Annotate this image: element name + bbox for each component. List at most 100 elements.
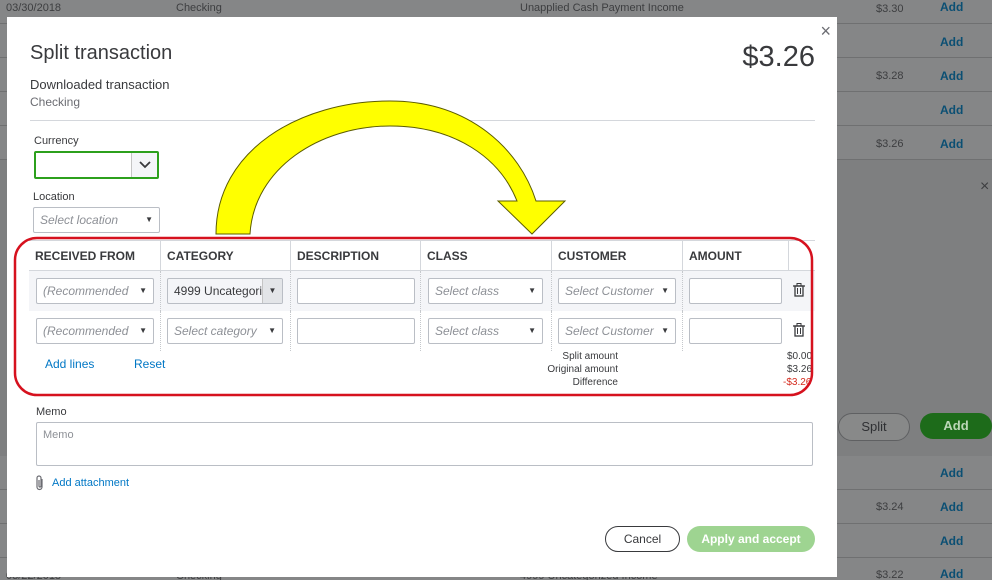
row-add-link[interactable]: Add bbox=[940, 137, 963, 151]
class-placeholder: Select class bbox=[435, 284, 500, 298]
caret-down-icon: ▼ bbox=[145, 215, 153, 224]
caret-down-icon[interactable]: ▼ bbox=[262, 279, 282, 303]
difference-value: -$3.26 bbox=[783, 377, 812, 388]
difference-label: Difference bbox=[572, 377, 618, 388]
row-add-link[interactable]: Add bbox=[940, 103, 963, 117]
row-add-link[interactable]: Add bbox=[940, 0, 963, 14]
row-add-link[interactable]: Add bbox=[940, 35, 963, 49]
received-from-select[interactable]: (Recommended ▼ bbox=[36, 278, 154, 304]
chevron-down-icon[interactable] bbox=[131, 153, 157, 177]
column-divider bbox=[160, 240, 161, 270]
class-select[interactable]: Select class ▼ bbox=[428, 318, 543, 344]
customer-select[interactable]: Select Customer ▼ bbox=[558, 278, 676, 304]
category-placeholder: Select category bbox=[174, 324, 257, 338]
reset-link[interactable]: Reset bbox=[134, 357, 165, 371]
caret-down-icon: ▼ bbox=[661, 326, 669, 335]
row-divider bbox=[160, 311, 161, 351]
apply-and-accept-button[interactable]: Apply and accept bbox=[687, 526, 815, 552]
column-divider bbox=[788, 240, 789, 270]
col-category: CATEGORY bbox=[167, 249, 234, 263]
customer-placeholder: Select Customer bbox=[565, 324, 654, 338]
col-description: DESCRIPTION bbox=[297, 249, 380, 263]
original-amount-value: $3.26 bbox=[787, 364, 813, 375]
original-amount-label: Original amount bbox=[547, 364, 618, 375]
row-divider bbox=[290, 311, 291, 351]
row-add-link[interactable]: Add bbox=[940, 466, 963, 480]
row-add-link[interactable]: Add bbox=[940, 534, 963, 548]
customer-placeholder: Select Customer bbox=[565, 284, 654, 298]
row-divider bbox=[160, 271, 161, 311]
divider bbox=[30, 120, 815, 121]
row-amount: $3.26 bbox=[876, 138, 904, 150]
background-close-icon[interactable]: × bbox=[980, 178, 989, 196]
caret-down-icon: ▼ bbox=[139, 326, 147, 335]
split-amount-label: Split amount bbox=[562, 351, 618, 362]
row-divider bbox=[551, 311, 552, 351]
row-category: Unapplied Cash Payment Income bbox=[520, 2, 684, 14]
split-amount-value: $0.00 bbox=[787, 351, 813, 362]
received-from-select[interactable]: (Recommended ▼ bbox=[36, 318, 154, 344]
location-label: Location bbox=[33, 191, 75, 203]
transaction-amount: $3.26 bbox=[742, 41, 815, 73]
split-button[interactable]: Split bbox=[838, 413, 910, 441]
col-amount: AMOUNT bbox=[689, 249, 742, 263]
currency-select[interactable] bbox=[34, 151, 159, 179]
class-select[interactable]: Select class ▼ bbox=[428, 278, 543, 304]
col-received-from: RECEIVED FROM bbox=[35, 249, 136, 263]
row-amount: $3.24 bbox=[876, 501, 904, 513]
row-amount: $3.30 bbox=[876, 3, 904, 15]
trash-icon[interactable] bbox=[793, 323, 805, 340]
category-select[interactable]: Select category ▼ bbox=[167, 318, 283, 344]
row-divider bbox=[551, 271, 552, 311]
row-add-link[interactable]: Add bbox=[940, 500, 963, 514]
caret-down-icon: ▼ bbox=[528, 286, 536, 295]
dialog-title: Split transaction bbox=[30, 42, 173, 64]
class-placeholder: Select class bbox=[435, 324, 500, 338]
memo-label: Memo bbox=[36, 406, 67, 418]
row-divider bbox=[290, 271, 291, 311]
column-divider bbox=[551, 240, 552, 270]
add-lines-link[interactable]: Add lines bbox=[45, 357, 94, 371]
received-from-placeholder: (Recommended bbox=[43, 284, 129, 298]
row-divider bbox=[420, 311, 421, 351]
column-divider bbox=[290, 240, 291, 270]
split-table-header: RECEIVED FROM CATEGORY DESCRIPTION CLASS… bbox=[29, 240, 815, 271]
description-input[interactable] bbox=[297, 318, 415, 344]
row-date: 03/30/2018 bbox=[6, 2, 62, 14]
row-add-link[interactable]: Add bbox=[940, 69, 963, 83]
row-divider bbox=[682, 271, 683, 311]
trash-icon[interactable] bbox=[793, 283, 805, 300]
row-divider bbox=[420, 271, 421, 311]
received-from-placeholder: (Recommended bbox=[43, 324, 129, 338]
location-select[interactable]: Select location ▼ bbox=[33, 207, 160, 233]
source-label: Downloaded transaction bbox=[30, 77, 170, 92]
source-account: Checking bbox=[30, 95, 81, 109]
caret-down-icon: ▼ bbox=[528, 326, 536, 335]
add-attachment-link[interactable]: Add attachment bbox=[52, 477, 129, 489]
col-class: CLASS bbox=[427, 249, 468, 263]
memo-placeholder: Memo bbox=[43, 429, 74, 441]
amount-input[interactable] bbox=[689, 278, 782, 304]
location-placeholder: Select location bbox=[40, 213, 119, 227]
paperclip-icon bbox=[35, 475, 45, 496]
column-divider bbox=[420, 240, 421, 270]
amount-input[interactable] bbox=[689, 318, 782, 344]
currency-label: Currency bbox=[34, 135, 79, 147]
description-input[interactable] bbox=[297, 278, 415, 304]
caret-down-icon: ▼ bbox=[139, 286, 147, 295]
col-customer: CUSTOMER bbox=[558, 249, 627, 263]
row-amount: $3.28 bbox=[876, 70, 904, 82]
column-divider bbox=[682, 240, 683, 270]
row-add-link[interactable]: Add bbox=[940, 567, 963, 580]
add-button[interactable]: Add bbox=[920, 413, 992, 439]
row-amount: $3.22 bbox=[876, 569, 904, 580]
caret-down-icon: ▼ bbox=[661, 286, 669, 295]
row-account: Checking bbox=[176, 2, 222, 14]
split-transaction-dialog: × Split transaction $3.26 Downloaded tra… bbox=[7, 17, 837, 577]
row-divider bbox=[682, 311, 683, 351]
cancel-button[interactable]: Cancel bbox=[605, 526, 680, 552]
memo-textarea[interactable]: Memo bbox=[36, 422, 813, 466]
category-select[interactable]: 4999 Uncategorized Income ▼ bbox=[167, 278, 283, 304]
customer-select[interactable]: Select Customer ▼ bbox=[558, 318, 676, 344]
close-icon[interactable]: × bbox=[820, 21, 831, 42]
